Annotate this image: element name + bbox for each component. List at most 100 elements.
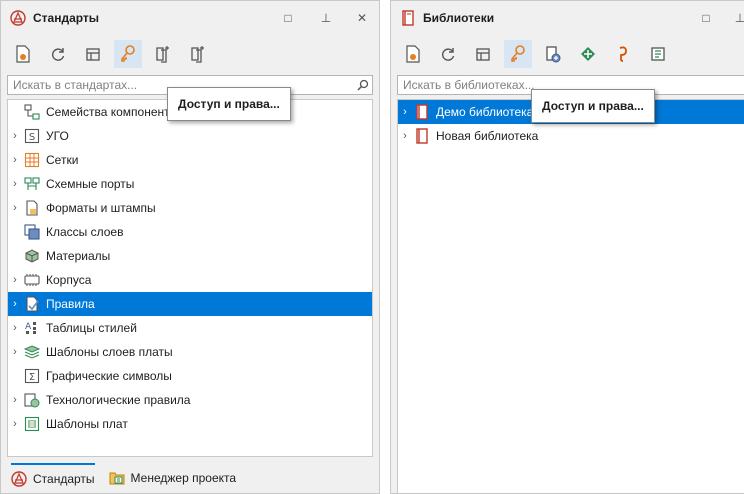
tree-row-label: Технологические правила bbox=[46, 393, 191, 407]
tree-row[interactable]: › Схемные порты bbox=[8, 172, 372, 196]
chevron-right-icon[interactable]: › bbox=[8, 268, 22, 292]
document-button[interactable] bbox=[644, 40, 672, 68]
chevron-right-icon[interactable]: › bbox=[8, 412, 22, 436]
add-standard-button[interactable] bbox=[149, 40, 177, 68]
access-rights-tooltip: Доступ и права... bbox=[531, 89, 655, 123]
material-icon bbox=[24, 248, 40, 264]
collapse-button[interactable] bbox=[79, 40, 107, 68]
tree-row[interactable]: ›Классы слоев bbox=[8, 220, 372, 244]
tree-row-label: Корпуса bbox=[46, 273, 92, 287]
layer-stack-icon bbox=[24, 344, 40, 360]
standards-icon bbox=[11, 471, 27, 487]
add-standard-icon bbox=[156, 46, 169, 63]
tree-row[interactable]: › Шаблоны плат bbox=[8, 412, 372, 436]
standards-toolbar bbox=[9, 39, 371, 69]
chevron-right-icon[interactable]: › bbox=[8, 196, 22, 220]
tree-row-label: Схемные порты bbox=[46, 177, 135, 191]
chevron-right-icon[interactable]: › bbox=[8, 172, 22, 196]
tree-row-label: Новая библиотека bbox=[436, 129, 539, 143]
rules-icon bbox=[24, 296, 40, 312]
hook-icon bbox=[619, 46, 627, 62]
chevron-right-icon[interactable]: › bbox=[8, 388, 22, 412]
maximize-button[interactable]: □ bbox=[697, 9, 715, 27]
sigma-icon: Σ bbox=[24, 368, 40, 384]
pin-button[interactable]: ⊥ bbox=[317, 9, 335, 27]
standards-tree: › Семейства компонентов › S УГО › Сетки › Схемны… bbox=[7, 99, 373, 457]
tree-row[interactable]: › Технологические правила bbox=[8, 388, 372, 412]
tab-standards[interactable]: Стандарты bbox=[11, 463, 95, 493]
refresh-button[interactable] bbox=[434, 40, 462, 68]
new-button[interactable] bbox=[9, 40, 37, 68]
chevron-right-icon[interactable]: › bbox=[8, 316, 22, 340]
collapse-icon bbox=[86, 48, 100, 61]
tree-row[interactable]: › Шаблоны слоев платы bbox=[8, 340, 372, 364]
chevron-right-icon[interactable]: › bbox=[8, 292, 22, 316]
tree-row[interactable]: ›Материалы bbox=[8, 244, 372, 268]
panel-title: Стандарты bbox=[33, 11, 100, 25]
tab-label: Стандарты bbox=[33, 472, 95, 486]
libraries-panel: Библиотеки □ ⊥ › Демо библиотека bbox=[390, 0, 744, 494]
document-icon bbox=[651, 47, 665, 61]
standards-icon bbox=[9, 9, 27, 27]
chevron-right-icon[interactable]: › bbox=[8, 124, 22, 148]
tree-row[interactable]: › Форматы и штампы bbox=[8, 196, 372, 220]
tree-row[interactable]: › Сетки bbox=[8, 148, 372, 172]
close-button[interactable]: ✕ bbox=[353, 9, 371, 27]
tree-row-label: Классы слоев bbox=[46, 225, 124, 239]
access-rights-button[interactable] bbox=[114, 40, 142, 68]
svg-text:S: S bbox=[29, 132, 35, 143]
layer-class-icon bbox=[24, 224, 40, 240]
access-rights-button[interactable] bbox=[504, 40, 532, 68]
ports-icon bbox=[24, 176, 40, 192]
add-copy-button[interactable] bbox=[184, 40, 212, 68]
hook-button[interactable] bbox=[609, 40, 637, 68]
search-icon[interactable] bbox=[354, 76, 372, 94]
library-icon bbox=[414, 128, 430, 144]
component-button[interactable] bbox=[574, 40, 602, 68]
tree-row[interactable]: › Правила bbox=[8, 292, 372, 316]
tree-row-label: Материалы bbox=[46, 249, 111, 263]
library-icon bbox=[414, 104, 430, 120]
tab-project-manager[interactable]: Менеджер проекта bbox=[109, 463, 236, 493]
access-rights-tooltip: Доступ и права... bbox=[167, 87, 291, 121]
tech-rules-icon bbox=[24, 392, 40, 408]
project-manager-icon bbox=[109, 470, 125, 486]
tree-row-label: Графические символы bbox=[46, 369, 172, 383]
tree-row-label: Шаблоны плат bbox=[46, 417, 128, 431]
tree-row-label: Шаблоны слоев платы bbox=[46, 345, 173, 359]
tree-row-label: Таблицы стилей bbox=[46, 321, 137, 335]
library-icon bbox=[399, 9, 417, 27]
svg-text:Σ: Σ bbox=[29, 372, 35, 383]
new-icon bbox=[406, 45, 420, 63]
chevron-right-icon[interactable]: › bbox=[398, 124, 412, 148]
tree-row[interactable]: › Новая библиотека bbox=[398, 124, 744, 148]
tree-row[interactable]: ›ΣГрафические символы bbox=[8, 364, 372, 388]
libraries-tree: › Демо библиотека › Новая библиотека bbox=[397, 99, 744, 493]
package-icon bbox=[24, 272, 40, 288]
new-button[interactable] bbox=[399, 40, 427, 68]
bottom-tabs: Стандарты Менеджер проекта bbox=[1, 463, 379, 493]
refresh-icon bbox=[442, 48, 455, 61]
add-library-button[interactable] bbox=[539, 40, 567, 68]
svg-text:A: A bbox=[25, 322, 32, 332]
component-icon bbox=[581, 47, 595, 61]
tree-row-label: УГО bbox=[46, 129, 69, 143]
chevron-right-icon[interactable]: › bbox=[8, 340, 22, 364]
pin-button[interactable]: ⊥ bbox=[731, 9, 744, 27]
tree-row[interactable]: › S УГО bbox=[8, 124, 372, 148]
symbol-s-icon: S bbox=[24, 128, 40, 144]
tree-row[interactable]: › A Таблицы стилей bbox=[8, 316, 372, 340]
chevron-right-icon[interactable]: › bbox=[398, 100, 412, 124]
key-icon bbox=[511, 45, 525, 62]
chevron-right-icon[interactable]: › bbox=[8, 148, 22, 172]
board-template-icon bbox=[24, 416, 40, 432]
tree-row[interactable]: › Корпуса bbox=[8, 268, 372, 292]
maximize-button[interactable]: □ bbox=[279, 9, 297, 27]
grid-icon bbox=[24, 152, 40, 168]
tree-row-label: Правила bbox=[46, 297, 95, 311]
collapse-button[interactable] bbox=[469, 40, 497, 68]
standards-titlebar: Стандарты □ ⊥ ✕ bbox=[1, 1, 379, 35]
refresh-button[interactable] bbox=[44, 40, 72, 68]
add-copy-icon bbox=[191, 46, 204, 63]
collapse-icon bbox=[476, 48, 490, 61]
